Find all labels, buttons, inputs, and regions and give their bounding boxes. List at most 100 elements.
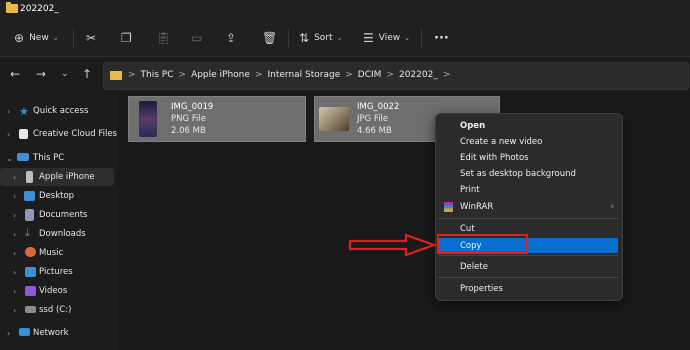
- chevron-right-icon: ›: [7, 129, 11, 139]
- menu-item-label: WinRAR: [460, 201, 494, 212]
- winrar-icon: [444, 201, 453, 212]
- chevron-right-icon: ›: [13, 191, 17, 201]
- star-icon: ★: [19, 105, 29, 118]
- menu-item-print[interactable]: Print: [438, 182, 618, 197]
- pictures-icon: [25, 267, 36, 277]
- context-menu: Open Create a new video Edit with Photos…: [435, 113, 623, 301]
- sidebar-item-pictures[interactable]: › Pictures: [0, 263, 114, 281]
- folder-icon: [6, 2, 18, 13]
- creative-cloud-icon: [19, 129, 28, 139]
- videos-icon: [25, 286, 36, 296]
- recent-locations-icon[interactable]: ⌄: [61, 69, 69, 79]
- sidebar-item-apple-iphone[interactable]: › Apple iPhone: [0, 168, 114, 186]
- sidebar-item-ssd-c[interactable]: › ssd (C:): [0, 301, 114, 319]
- view-label: View: [378, 33, 401, 43]
- breadcrumb-202202[interactable]: 202202_: [399, 70, 438, 80]
- sidebar-item-label: Network: [33, 328, 69, 338]
- rename-button[interactable]: ▭: [191, 20, 207, 56]
- chevron-right-icon: ›: [13, 267, 17, 277]
- breadcrumb-internal-storage[interactable]: Internal Storage: [267, 70, 340, 80]
- menu-item-edit-photos[interactable]: Edit with Photos: [438, 150, 618, 165]
- chevron-down-icon: ⌄: [336, 34, 343, 42]
- menu-item-set-desktop-background[interactable]: Set as desktop background: [438, 166, 618, 181]
- delete-button[interactable]: 🗑︎: [262, 20, 282, 56]
- title-bar: 202202_: [0, 0, 690, 20]
- menu-item-label: Properties: [460, 283, 503, 294]
- cut-button[interactable]: ✂: [86, 20, 101, 56]
- chevron-down-icon: ⌄: [404, 34, 410, 42]
- menu-item-open[interactable]: Open: [438, 118, 618, 133]
- breadcrumb: > This PC > Apple iPhone > Internal Stor…: [128, 70, 450, 80]
- chevron-right-icon: ›: [7, 106, 11, 116]
- menu-item-label: Delete: [460, 261, 488, 272]
- sidebar-item-label: Music: [39, 248, 64, 258]
- file-tile[interactable]: IMG_0019 PNG File 2.06 MB: [128, 96, 306, 142]
- command-bar: ⊕ New ⌄ ✂ ❐ 📋︎ ▭ ⇪ 🗑︎ ⇅ Sort ⌄ ☰ View ⌄ …: [0, 20, 690, 57]
- sidebar-item-label: Documents: [39, 210, 88, 220]
- sort-label: Sort: [314, 33, 333, 43]
- menu-item-label: Edit with Photos: [460, 152, 529, 163]
- breadcrumb-dcim[interactable]: DCIM: [358, 70, 382, 80]
- breadcrumb-separator: >: [178, 70, 187, 80]
- menu-item-label: Print: [460, 184, 480, 195]
- forward-icon[interactable]: →: [36, 67, 46, 81]
- window-title: 202202_: [20, 4, 59, 14]
- breadcrumb-this-pc[interactable]: This PC: [141, 70, 174, 80]
- paste-icon: 📋︎: [156, 31, 172, 45]
- chevron-right-icon: ›: [13, 229, 17, 239]
- sidebar-item-label: Quick access: [33, 106, 89, 116]
- sidebar-item-desktop[interactable]: › Desktop: [0, 187, 114, 205]
- scissors-icon: ✂: [86, 31, 97, 45]
- more-options-button[interactable]: ···: [434, 20, 449, 56]
- sidebar-item-documents[interactable]: › Documents: [0, 206, 114, 224]
- chevron-right-icon: ›: [13, 305, 17, 315]
- sidebar-item-creative-cloud[interactable]: › Creative Cloud Files: [0, 125, 117, 143]
- address-bar[interactable]: > This PC > Apple iPhone > Internal Stor…: [103, 62, 689, 90]
- sidebar-item-music[interactable]: › Music: [0, 244, 114, 262]
- sidebar-item-videos[interactable]: › Videos: [0, 282, 114, 300]
- drive-icon: [25, 306, 36, 313]
- sort-button[interactable]: ⇅ Sort ⌄: [299, 20, 342, 56]
- menu-item-label: Create a new video: [460, 136, 543, 147]
- new-button[interactable]: ⊕ New ⌄: [14, 20, 59, 56]
- paste-button[interactable]: 📋︎: [156, 20, 176, 56]
- copy-toolbar-button[interactable]: ❐: [121, 20, 137, 56]
- menu-separator: [438, 277, 618, 278]
- sidebar-item-label: Apple iPhone: [39, 172, 95, 182]
- divider: [73, 29, 74, 47]
- menu-separator: [438, 255, 618, 256]
- sidebar-item-this-pc[interactable]: ⌄ This PC: [0, 149, 114, 167]
- sidebar-item-label: Desktop: [39, 191, 75, 201]
- view-button[interactable]: ☰ View ⌄: [363, 20, 410, 56]
- sidebar-item-network[interactable]: › Network: [0, 324, 114, 342]
- sidebar-item-label: Downloads: [39, 229, 86, 239]
- file-thumbnail: [139, 101, 157, 137]
- copy-highlight-box: [437, 234, 528, 254]
- share-button[interactable]: ⇪: [226, 20, 241, 56]
- sidebar-item-downloads[interactable]: › ⤓ Downloads: [0, 225, 114, 243]
- share-icon: ⇪: [226, 31, 237, 45]
- network-icon: [19, 328, 30, 336]
- breadcrumb-separator: >: [128, 70, 136, 80]
- sidebar-item-label: Videos: [39, 286, 68, 296]
- file-type: JPG File: [357, 114, 389, 124]
- menu-item-label: Set as desktop background: [460, 168, 576, 179]
- breadcrumb-apple-iphone[interactable]: Apple iPhone: [191, 70, 250, 80]
- chevron-right-icon: ›: [7, 328, 11, 338]
- chevron-right-icon: ›: [13, 248, 17, 258]
- file-size: 2.06 MB: [171, 126, 206, 136]
- computer-icon: [17, 153, 29, 161]
- back-icon[interactable]: ←: [10, 67, 20, 81]
- up-icon[interactable]: ↑: [82, 67, 92, 81]
- sidebar-item-quick-access[interactable]: › ★ Quick access: [0, 102, 114, 120]
- breadcrumb-separator: >: [254, 70, 263, 80]
- menu-item-winrar[interactable]: WinRAR ›: [438, 199, 618, 214]
- sidebar-item-label: Creative Cloud Files: [33, 129, 117, 139]
- menu-item-delete[interactable]: Delete: [438, 259, 618, 274]
- chevron-right-icon: ›: [13, 210, 17, 220]
- chevron-right-icon: ›: [13, 286, 17, 296]
- sidebar-item-label: Pictures: [39, 267, 73, 277]
- chevron-down-icon: ⌄: [6, 153, 13, 163]
- menu-item-create-video[interactable]: Create a new video: [438, 134, 618, 149]
- menu-item-properties[interactable]: Properties: [438, 281, 618, 296]
